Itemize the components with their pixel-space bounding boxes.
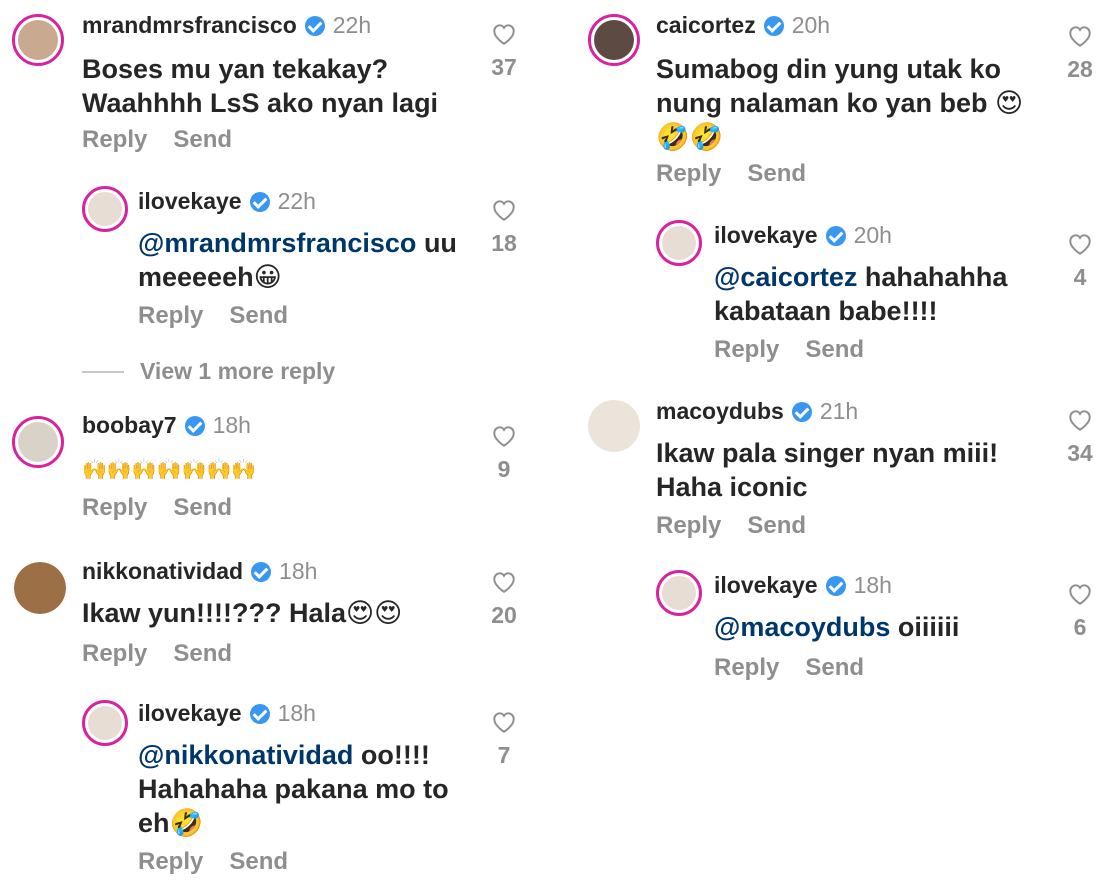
comment-text: Ikaw pala singer nyan miii! Haha iconic	[656, 438, 999, 502]
reply-button[interactable]: Reply	[138, 302, 203, 330]
avatar[interactable]	[12, 416, 64, 468]
comment-text: Sumabog din yung utak ko nung nalaman ko…	[656, 54, 1024, 152]
avatar[interactable]	[12, 14, 64, 66]
username[interactable]: ilovekaye	[714, 222, 818, 249]
mention-link[interactable]: @nikkonatividad	[138, 740, 353, 770]
left-comment-column: mrandmrsfrancisco 22h Boses mu yan tekak…	[0, 0, 560, 888]
heart-icon[interactable]	[491, 22, 517, 46]
comment-text: @caicortez hahahahha kabataan babe!!!!	[714, 262, 1008, 326]
reply-button[interactable]: Reply	[82, 126, 147, 154]
like-count: 34	[1067, 440, 1093, 466]
timestamp: 18h	[279, 558, 318, 584]
verified-badge-icon	[825, 575, 846, 596]
reply-button[interactable]: Reply	[82, 494, 147, 522]
like-count: 9	[497, 456, 511, 482]
view-more-replies-button[interactable]: View 1 more reply	[82, 358, 335, 385]
verified-badge-icon	[251, 561, 272, 582]
avatar[interactable]	[82, 186, 128, 232]
send-button[interactable]: Send	[805, 654, 864, 682]
username[interactable]: mrandmrsfrancisco	[82, 12, 297, 39]
avatar[interactable]	[82, 700, 128, 746]
send-button[interactable]: Send	[805, 336, 864, 364]
avatar[interactable]	[656, 220, 702, 266]
timestamp: 22h	[277, 188, 316, 214]
verified-badge-icon	[763, 15, 784, 36]
send-button[interactable]: Send	[747, 512, 806, 540]
reply-button[interactable]: Reply	[714, 336, 779, 364]
send-button[interactable]: Send	[173, 126, 232, 154]
reply-button[interactable]: Reply	[138, 848, 203, 876]
like-count: 28	[1067, 56, 1093, 82]
heart-icon[interactable]	[1067, 582, 1093, 606]
comment-text: @macoydubs oiiiiii	[714, 612, 960, 642]
username[interactable]: boobay7	[82, 412, 177, 439]
avatar[interactable]	[588, 400, 640, 452]
username[interactable]: ilovekaye	[138, 188, 242, 215]
mention-link[interactable]: @macoydubs	[714, 612, 890, 642]
timestamp: 18h	[212, 412, 251, 438]
reply-button[interactable]: Reply	[656, 160, 721, 188]
comment-text: Ikaw yun!!!!??? Hala😍😍	[82, 598, 403, 628]
avatar[interactable]	[588, 14, 640, 66]
timestamp: 20h	[791, 12, 831, 38]
avatar[interactable]	[656, 570, 702, 616]
timestamp: 20h	[853, 222, 892, 248]
verified-badge-icon	[249, 191, 270, 212]
timestamp: 18h	[277, 700, 316, 726]
reply-button[interactable]: Reply	[82, 640, 147, 668]
comment-text: @mrandmrsfrancisco uu meeeeeh😀	[138, 228, 457, 292]
verified-badge-icon	[825, 225, 846, 246]
avatar[interactable]	[14, 562, 66, 614]
heart-icon[interactable]	[491, 570, 517, 594]
username[interactable]: macoydubs	[656, 398, 784, 425]
like-count: 20	[491, 602, 517, 628]
timestamp: 22h	[332, 12, 372, 38]
username[interactable]: ilovekaye	[714, 572, 818, 599]
mention-link[interactable]: @mrandmrsfrancisco	[138, 228, 416, 258]
send-button[interactable]: Send	[173, 640, 232, 668]
heart-icon[interactable]	[1067, 24, 1093, 48]
reply-button[interactable]: Reply	[714, 654, 779, 682]
comment-text: 🙌🙌🙌🙌🙌🙌🙌	[82, 457, 257, 481]
mention-link[interactable]: @caicortez	[714, 262, 857, 292]
heart-icon[interactable]	[491, 710, 517, 734]
username[interactable]: ilovekaye	[138, 700, 242, 727]
like-count: 7	[497, 742, 511, 768]
heart-icon[interactable]	[1067, 408, 1093, 432]
heart-icon[interactable]	[1067, 232, 1093, 256]
reply-button[interactable]: Reply	[656, 512, 721, 540]
divider	[82, 370, 124, 373]
heart-icon[interactable]	[491, 424, 517, 448]
like-count: 6	[1073, 614, 1087, 640]
verified-badge-icon	[304, 15, 325, 36]
right-comment-column: caicortez 20h Sumabog din yung utak ko n…	[560, 0, 1120, 888]
send-button[interactable]: Send	[229, 848, 288, 876]
like-count: 4	[1073, 264, 1087, 290]
send-button[interactable]: Send	[173, 494, 232, 522]
username[interactable]: caicortez	[656, 12, 756, 39]
comment-text: @nikkonatividad oo!!!! Hahahaha pakana m…	[138, 740, 449, 838]
verified-badge-icon	[184, 415, 205, 436]
like-count: 37	[491, 54, 517, 80]
timestamp: 21h	[819, 398, 859, 424]
verified-badge-icon	[249, 703, 270, 724]
send-button[interactable]: Send	[747, 160, 806, 188]
like-count: 18	[491, 230, 517, 256]
verified-badge-icon	[791, 401, 812, 422]
send-button[interactable]: Send	[229, 302, 288, 330]
comment-text: Boses mu yan tekakay? Waahhhh LsS ako ny…	[82, 54, 439, 118]
username[interactable]: nikkonatividad	[82, 558, 243, 585]
heart-icon[interactable]	[491, 198, 517, 222]
timestamp: 18h	[853, 572, 892, 598]
